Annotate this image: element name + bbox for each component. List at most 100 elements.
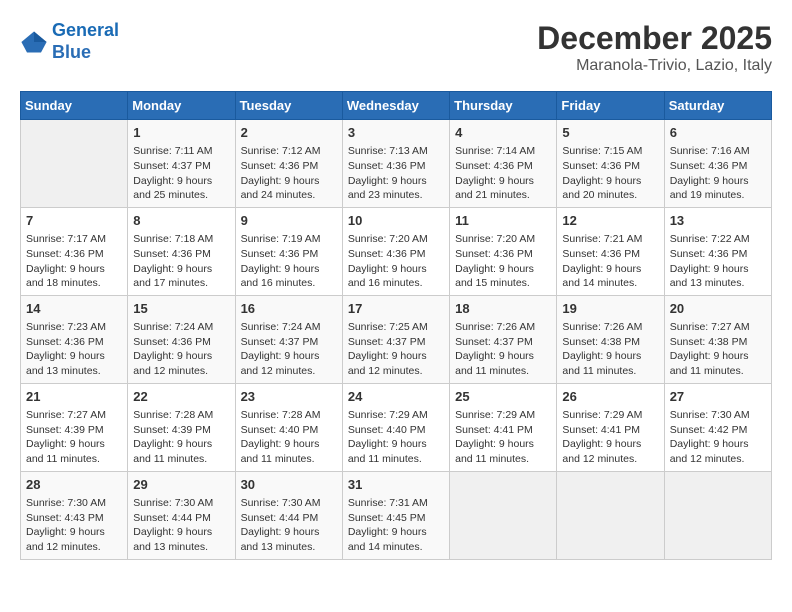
calendar-cell: 5 Sunrise: 7:15 AM Sunset: 4:36 PM Daylig… bbox=[557, 120, 664, 208]
day-number: 18 bbox=[455, 300, 551, 318]
calendar-week-row: 14 Sunrise: 7:23 AM Sunset: 4:36 PM Dayli… bbox=[21, 295, 772, 383]
calendar-cell: 28Sunrise: 7:30 AM Sunset: 4:43 PM Dayli… bbox=[21, 471, 128, 559]
calendar-table: SundayMondayTuesdayWednesdayThursdayFrid… bbox=[20, 91, 772, 560]
calendar-cell bbox=[664, 471, 771, 559]
calendar-cell: 9 Sunrise: 7:19 AM Sunset: 4:36 PM Daylig… bbox=[235, 207, 342, 295]
calendar-cell: 31 Sunrise: 7:31 AM Sunset: 4:45 PM Dayli… bbox=[342, 471, 449, 559]
day-number: 20 bbox=[670, 300, 766, 318]
day-number: 22 bbox=[133, 388, 229, 406]
day-number: 17 bbox=[348, 300, 444, 318]
calendar-cell: 25Sunrise: 7:29 AM Sunset: 4:41 PM Dayli… bbox=[450, 383, 557, 471]
logo-line2: Blue bbox=[52, 42, 91, 62]
day-number: 19 bbox=[562, 300, 658, 318]
day-info: Sunrise: 7:11 AM Sunset: 4:37 PM Dayligh… bbox=[133, 144, 229, 203]
title-block: December 2025 Maranola-Trivio, Lazio, It… bbox=[537, 20, 772, 75]
calendar-cell: 8 Sunrise: 7:18 AM Sunset: 4:36 PM Daylig… bbox=[128, 207, 235, 295]
day-number: 10 bbox=[348, 212, 444, 230]
weekday-header: Monday bbox=[128, 92, 235, 120]
day-info: Sunrise: 7:24 AM Sunset: 4:37 PM Dayligh… bbox=[241, 320, 337, 379]
day-number: 13 bbox=[670, 212, 766, 230]
calendar-cell: 22 Sunrise: 7:28 AM Sunset: 4:39 PM Dayli… bbox=[128, 383, 235, 471]
calendar-cell: 30Sunrise: 7:30 AM Sunset: 4:44 PM Dayli… bbox=[235, 471, 342, 559]
day-info: Sunrise: 7:19 AM Sunset: 4:36 PM Dayligh… bbox=[241, 232, 337, 291]
day-info: Sunrise: 7:30 AM Sunset: 4:44 PM Dayligh… bbox=[241, 496, 337, 555]
day-info: Sunrise: 7:25 AM Sunset: 4:37 PM Dayligh… bbox=[348, 320, 444, 379]
day-info: Sunrise: 7:16 AM Sunset: 4:36 PM Dayligh… bbox=[670, 144, 766, 203]
location-title: Maranola-Trivio, Lazio, Italy bbox=[537, 57, 772, 75]
day-info: Sunrise: 7:26 AM Sunset: 4:37 PM Dayligh… bbox=[455, 320, 551, 379]
calendar-cell: 18 Sunrise: 7:26 AM Sunset: 4:37 PM Dayli… bbox=[450, 295, 557, 383]
calendar-cell bbox=[450, 471, 557, 559]
day-info: Sunrise: 7:21 AM Sunset: 4:36 PM Dayligh… bbox=[562, 232, 658, 291]
day-info: Sunrise: 7:29 AM Sunset: 4:40 PM Dayligh… bbox=[348, 408, 444, 467]
calendar-cell: 10 Sunrise: 7:20 AM Sunset: 4:36 PM Dayli… bbox=[342, 207, 449, 295]
calendar-cell: 12 Sunrise: 7:21 AM Sunset: 4:36 PM Dayli… bbox=[557, 207, 664, 295]
calendar-cell: 15Sunrise: 7:24 AM Sunset: 4:36 PM Dayli… bbox=[128, 295, 235, 383]
day-number: 21 bbox=[26, 388, 122, 406]
calendar-cell: 23 Sunrise: 7:28 AM Sunset: 4:40 PM Dayli… bbox=[235, 383, 342, 471]
day-number: 31 bbox=[348, 476, 444, 494]
weekday-header-row: SundayMondayTuesdayWednesdayThursdayFrid… bbox=[21, 92, 772, 120]
logo: General Blue bbox=[20, 20, 119, 63]
calendar-cell: 27Sunrise: 7:30 AM Sunset: 4:42 PM Dayli… bbox=[664, 383, 771, 471]
day-info: Sunrise: 7:12 AM Sunset: 4:36 PM Dayligh… bbox=[241, 144, 337, 203]
day-number: 7 bbox=[26, 212, 122, 230]
day-number: 26 bbox=[562, 388, 658, 406]
day-number: 23 bbox=[241, 388, 337, 406]
calendar-cell: 14 Sunrise: 7:23 AM Sunset: 4:36 PM Dayli… bbox=[21, 295, 128, 383]
day-number: 8 bbox=[133, 212, 229, 230]
logo-icon bbox=[20, 28, 48, 56]
calendar-cell: 17 Sunrise: 7:25 AM Sunset: 4:37 PM Dayli… bbox=[342, 295, 449, 383]
day-info: Sunrise: 7:31 AM Sunset: 4:45 PM Dayligh… bbox=[348, 496, 444, 555]
day-number: 5 bbox=[562, 124, 658, 142]
calendar-week-row: 1 Sunrise: 7:11 AM Sunset: 4:37 PM Daylig… bbox=[21, 120, 772, 208]
day-info: Sunrise: 7:14 AM Sunset: 4:36 PM Dayligh… bbox=[455, 144, 551, 203]
day-number: 6 bbox=[670, 124, 766, 142]
weekday-header: Saturday bbox=[664, 92, 771, 120]
calendar-cell: 13Sunrise: 7:22 AM Sunset: 4:36 PM Dayli… bbox=[664, 207, 771, 295]
calendar-cell: 29 Sunrise: 7:30 AM Sunset: 4:44 PM Dayli… bbox=[128, 471, 235, 559]
weekday-header: Thursday bbox=[450, 92, 557, 120]
day-number: 3 bbox=[348, 124, 444, 142]
day-info: Sunrise: 7:29 AM Sunset: 4:41 PM Dayligh… bbox=[455, 408, 551, 467]
calendar-cell: 6 Sunrise: 7:16 AM Sunset: 4:36 PM Daylig… bbox=[664, 120, 771, 208]
day-number: 29 bbox=[133, 476, 229, 494]
calendar-cell: 26 Sunrise: 7:29 AM Sunset: 4:41 PM Dayli… bbox=[557, 383, 664, 471]
logo-line1: General bbox=[52, 20, 119, 40]
calendar-cell: 2 Sunrise: 7:12 AM Sunset: 4:36 PM Daylig… bbox=[235, 120, 342, 208]
day-info: Sunrise: 7:15 AM Sunset: 4:36 PM Dayligh… bbox=[562, 144, 658, 203]
calendar-week-row: 21Sunrise: 7:27 AM Sunset: 4:39 PM Dayli… bbox=[21, 383, 772, 471]
calendar-week-row: 7Sunrise: 7:17 AM Sunset: 4:36 PM Daylig… bbox=[21, 207, 772, 295]
day-info: Sunrise: 7:18 AM Sunset: 4:36 PM Dayligh… bbox=[133, 232, 229, 291]
page-header: General Blue December 2025 Maranola-Triv… bbox=[20, 20, 772, 75]
calendar-cell: 16 Sunrise: 7:24 AM Sunset: 4:37 PM Dayli… bbox=[235, 295, 342, 383]
day-info: Sunrise: 7:20 AM Sunset: 4:36 PM Dayligh… bbox=[455, 232, 551, 291]
weekday-header: Tuesday bbox=[235, 92, 342, 120]
day-info: Sunrise: 7:30 AM Sunset: 4:44 PM Dayligh… bbox=[133, 496, 229, 555]
calendar-cell: 19 Sunrise: 7:26 AM Sunset: 4:38 PM Dayli… bbox=[557, 295, 664, 383]
calendar-cell: 21Sunrise: 7:27 AM Sunset: 4:39 PM Dayli… bbox=[21, 383, 128, 471]
day-info: Sunrise: 7:23 AM Sunset: 4:36 PM Dayligh… bbox=[26, 320, 122, 379]
day-number: 9 bbox=[241, 212, 337, 230]
day-number: 4 bbox=[455, 124, 551, 142]
day-number: 1 bbox=[133, 124, 229, 142]
day-info: Sunrise: 7:20 AM Sunset: 4:36 PM Dayligh… bbox=[348, 232, 444, 291]
day-number: 12 bbox=[562, 212, 658, 230]
calendar-cell bbox=[557, 471, 664, 559]
calendar-cell: 4 Sunrise: 7:14 AM Sunset: 4:36 PM Daylig… bbox=[450, 120, 557, 208]
day-info: Sunrise: 7:28 AM Sunset: 4:40 PM Dayligh… bbox=[241, 408, 337, 467]
day-info: Sunrise: 7:26 AM Sunset: 4:38 PM Dayligh… bbox=[562, 320, 658, 379]
day-info: Sunrise: 7:13 AM Sunset: 4:36 PM Dayligh… bbox=[348, 144, 444, 203]
day-number: 14 bbox=[26, 300, 122, 318]
day-number: 2 bbox=[241, 124, 337, 142]
day-number: 11 bbox=[455, 212, 551, 230]
day-number: 27 bbox=[670, 388, 766, 406]
weekday-header: Wednesday bbox=[342, 92, 449, 120]
day-info: Sunrise: 7:28 AM Sunset: 4:39 PM Dayligh… bbox=[133, 408, 229, 467]
day-number: 16 bbox=[241, 300, 337, 318]
calendar-cell: 24 Sunrise: 7:29 AM Sunset: 4:40 PM Dayli… bbox=[342, 383, 449, 471]
day-info: Sunrise: 7:29 AM Sunset: 4:41 PM Dayligh… bbox=[562, 408, 658, 467]
day-info: Sunrise: 7:27 AM Sunset: 4:38 PM Dayligh… bbox=[670, 320, 766, 379]
day-number: 24 bbox=[348, 388, 444, 406]
calendar-cell: 3 Sunrise: 7:13 AM Sunset: 4:36 PM Daylig… bbox=[342, 120, 449, 208]
